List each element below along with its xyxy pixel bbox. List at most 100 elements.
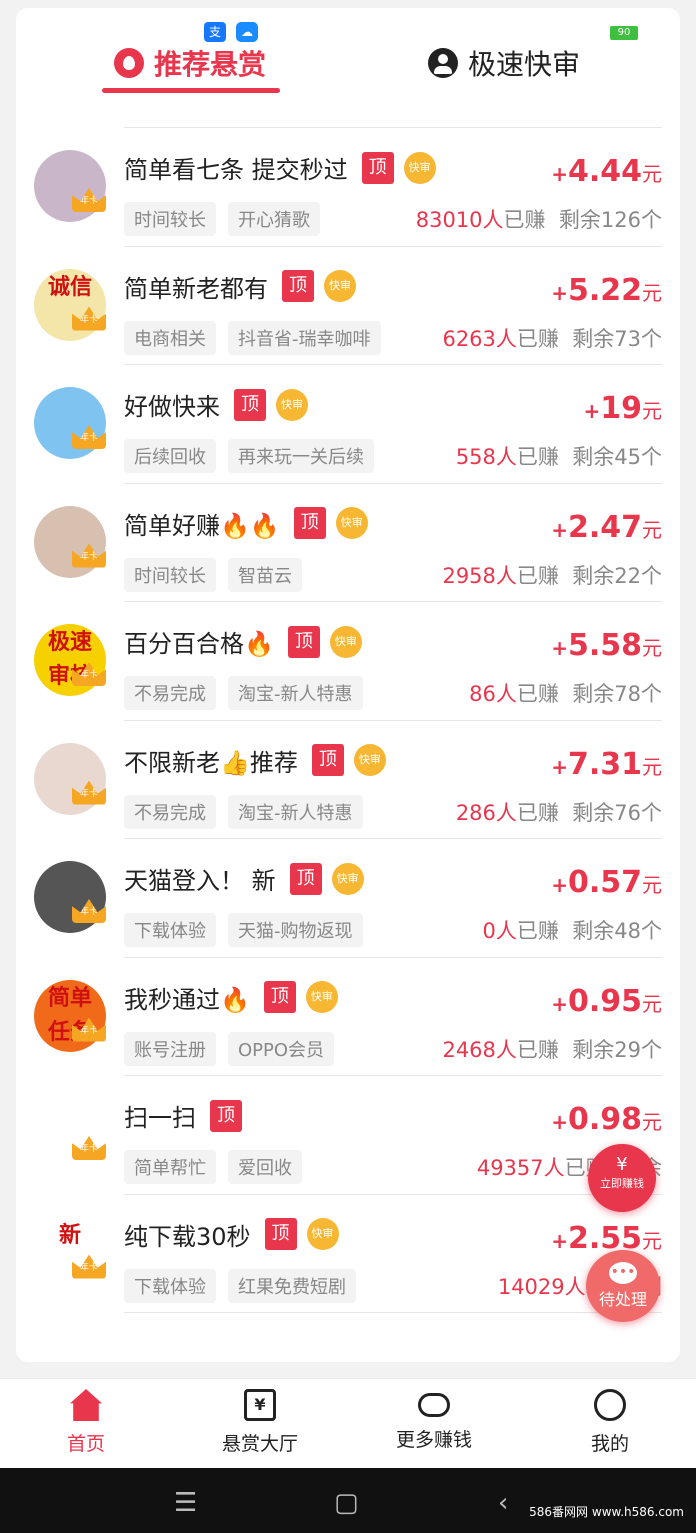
task-title: 好做快来 [124, 393, 220, 421]
task-row[interactable]: 年卡 天猫登入！ 新顶快审 +0.57元 下载体验 天猫-购物返现 0人已赚 剩余48个 [16, 839, 680, 958]
task-tag: 不易完成 [124, 676, 216, 710]
task-tag: 后续回收 [124, 439, 216, 473]
top-badge: 顶 [282, 270, 314, 302]
task-row[interactable]: 年卡 简单好赚🔥🔥 顶快审 +2.47元 时间较长 智苗云 2958人已赚 剩余22个 [16, 484, 680, 602]
nav-home-label: 首页 [66, 1433, 105, 1455]
top-badge: 顶 [264, 1218, 297, 1250]
task-reward: +2.55元 [551, 1221, 662, 1256]
top-badge: 顶 [210, 1099, 242, 1132]
task-row[interactable]: 年卡 好做快来顶快审 +19元 后续回收 再来玩一关后续 558人已赚 剩余45个 [16, 365, 680, 484]
reward-unit: 元 [642, 754, 662, 779]
task-tags: 时间较长 开心猜歌 [124, 202, 332, 236]
remaining-count: 剩余78个 [572, 682, 662, 706]
reward-amount: 4.44 [567, 154, 642, 189]
task-tags: 下载体验 天猫-购物返现 [124, 913, 375, 947]
top-badge: 顶 [311, 744, 344, 776]
recent-apps-button[interactable]: ☰ [174, 1488, 197, 1518]
earned-count: 83010人 [415, 208, 504, 232]
reward-amount: 7.31 [567, 746, 642, 782]
system-nav-bar: ☰ ▢ ‹ [0, 1468, 696, 1533]
task-tags: 下载体验 红果免费短剧 [124, 1268, 368, 1303]
task-title-row: 好做快来顶快审 [124, 387, 308, 422]
earned-suffix: 已赚 [516, 563, 559, 588]
earned-count: 14029人 [497, 1274, 586, 1299]
tab-recommended-label: 推荐悬赏 [154, 48, 267, 81]
pending-button[interactable]: ••• 待处理 [586, 1250, 660, 1322]
task-row[interactable]: 新年卡纯下载30秒顶快审+2.55元下载体验红果免费短剧14029人已赚 剩 [16, 1195, 680, 1313]
tab-recommended[interactable]: 推荐悬赏 [114, 38, 266, 88]
task-row[interactable]: 极速审核 年卡 百分百合格🔥 顶快审 +5.58元 不易完成 淘宝-新人特惠 86人已赚 剩余… [16, 602, 680, 721]
task-tags: 账号注册 OPPO会员 [124, 1031, 346, 1066]
earned-suffix: 已赚 [516, 800, 559, 825]
task-reward: +0.95元 [551, 984, 662, 1019]
task-title: 简单看七条 提交秒过 [124, 156, 348, 184]
remaining-count: 剩余45个 [572, 445, 662, 469]
top-badge: 顶 [289, 862, 322, 895]
top-badge: 顶 [234, 388, 266, 421]
bounty-hall-icon: ¥ [244, 1389, 276, 1421]
task-row[interactable]: 诚信 年卡 简单新老都有顶快审 +5.22元 电商相关 抖音省-瑞幸咖啡 6263人已赚 剩… [16, 247, 680, 365]
task-title-row: 我秒通过🔥 顶快审 [124, 980, 338, 1015]
task-title: 纯下载30秒 [124, 1222, 251, 1251]
system-home-button[interactable]: ▢ [334, 1488, 359, 1518]
task-tag: 再来玩一关后续 [228, 439, 374, 473]
fast-review-badge: 快审 [329, 625, 362, 658]
task-title: 扫一扫 [124, 1104, 196, 1132]
task-row[interactable]: 年卡扫一扫顶+0.98元简单帮忙爱回收49357人已赚 剩余 [16, 1076, 680, 1195]
task-row[interactable]: 年卡 不限新老👍推荐顶快审 +7.31元 不易完成 淘宝-新人特惠 286人已赚 剩余76… [16, 721, 680, 839]
task-tag: 账号注册 [124, 1031, 216, 1066]
tab-fast-review[interactable]: 极速快审 [428, 38, 580, 88]
task-tag: 爱回收 [228, 1150, 302, 1184]
remaining-count: 剩余76个 [572, 800, 662, 825]
fast-review-badge: 快审 [305, 981, 338, 1013]
system-back-button[interactable]: ‹ [498, 1488, 508, 1518]
reward-sign: + [551, 1228, 568, 1253]
fire-icon [114, 48, 144, 78]
nav-more-earn-label: 更多赚钱 [395, 1429, 472, 1451]
task-tag: OPPO会员 [228, 1031, 335, 1066]
reward-sign: + [551, 991, 568, 1016]
earned-count: 286人 [455, 800, 517, 825]
nav-more-earn[interactable]: 更多赚钱 [374, 1389, 494, 1452]
top-badge: 顶 [287, 625, 320, 658]
active-tab-indicator [102, 88, 280, 93]
task-title: 简单好赚🔥🔥 [124, 511, 280, 540]
reward-sign: + [551, 517, 568, 542]
home-icon [70, 1389, 102, 1421]
task-reward: +0.98元 [551, 1102, 662, 1137]
earned-count: 558人 [455, 445, 517, 469]
reward-unit: 元 [642, 636, 662, 660]
previous-row-remnant [124, 100, 662, 128]
task-title: 我秒通过🔥 [124, 985, 250, 1014]
earned-suffix: 已赚 [516, 919, 559, 943]
task-reward: +7.31元 [551, 747, 662, 782]
earn-now-button[interactable]: ¥ 立即赚钱 [588, 1144, 656, 1212]
task-tags: 不易完成 淘宝-新人特惠 [124, 676, 375, 710]
reward-sign: + [551, 873, 568, 897]
nav-bounty-hall[interactable]: ¥ 悬赏大厅 [200, 1389, 320, 1456]
task-tags: 简单帮忙 爱回收 [124, 1150, 314, 1184]
task-tag: 简单帮忙 [124, 1150, 216, 1184]
nav-bounty-hall-label: 悬赏大厅 [221, 1433, 298, 1455]
task-tag: 淘宝-新人特惠 [228, 676, 363, 710]
earned-suffix: 已赚 [516, 682, 559, 706]
task-title-row: 百分百合格🔥 顶快审 [124, 624, 362, 659]
nav-profile[interactable]: 我的 [550, 1389, 670, 1456]
nav-home[interactable]: 首页 [26, 1389, 146, 1456]
gamepad-icon [418, 1393, 450, 1417]
top-badge: 顶 [293, 507, 326, 539]
task-stats: 558人已赚 剩余45个 [456, 441, 662, 471]
profile-icon [594, 1389, 626, 1421]
task-tag: 下载体验 [124, 913, 216, 947]
task-row[interactable]: 简单任务 年卡 我秒通过🔥 顶快审 +0.95元 账号注册 OPPO会员 2468人已赚 剩余… [16, 958, 680, 1076]
reward-unit: 元 [642, 399, 662, 423]
task-title: 不限新老👍推荐 [124, 748, 298, 777]
task-title: 百分百合格🔥 [124, 630, 274, 658]
task-list: 年卡 简单看七条 提交秒过顶快审 +4.44元 时间较长 开心猜歌 83010人已赚 剩余… [16, 128, 680, 1313]
task-reward: +5.22元 [551, 273, 662, 308]
bottom-nav: 首页 ¥ 悬赏大厅 更多赚钱 我的 [0, 1378, 696, 1468]
reward-sign: + [551, 754, 568, 779]
task-tag: 抖音省-瑞幸咖啡 [228, 320, 381, 355]
person-icon [428, 48, 458, 78]
task-row[interactable]: 年卡 简单看七条 提交秒过顶快审 +4.44元 时间较长 开心猜歌 83010人已赚 剩余… [16, 128, 680, 247]
